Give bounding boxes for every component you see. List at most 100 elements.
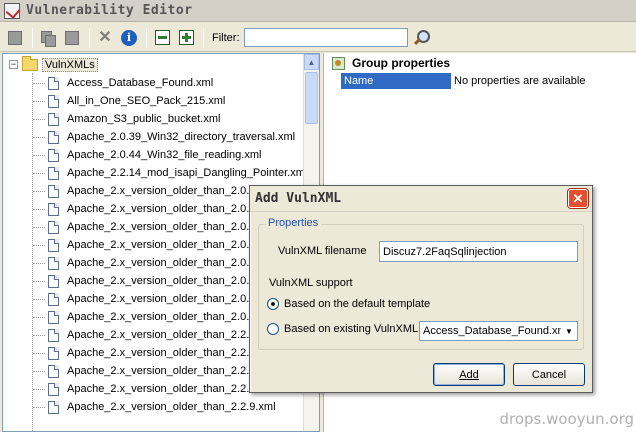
toolbar-separator [203, 27, 204, 48]
tree-item-label: Apache_2.x_version_older_than_2.2.6 [67, 365, 256, 377]
close-icon[interactable]: ✕ [568, 189, 588, 208]
default-template-label: Based on the default template [284, 298, 431, 310]
document-icon [48, 238, 59, 252]
expand-all-button[interactable] [175, 27, 197, 49]
delete-icon: ✕ [98, 28, 112, 46]
dialog-title-bar: Add VulnXML [250, 186, 592, 212]
existing-vulnxml-option[interactable]: Based on existing VulnXML [267, 323, 418, 335]
filename-field[interactable] [379, 241, 578, 262]
tree-item-label: Access_Database_Found.xml [67, 77, 214, 89]
properties-row[interactable]: Name No properties are available [341, 73, 585, 89]
copy-button[interactable] [37, 27, 59, 49]
cancel-button[interactable]: Cancel [513, 363, 585, 386]
document-icon [48, 310, 59, 324]
watermark: drops.wooyun.org [499, 410, 634, 428]
existing-vulnxml-label: Based on existing VulnXML [284, 323, 419, 335]
filename-label: VulnXML filename [278, 245, 367, 257]
collapse-icon [154, 30, 170, 45]
properties-groupbox: Properties VulnXML filename VulnXML supp… [258, 217, 584, 350]
document-icon [48, 400, 59, 414]
existing-vulnxml-value: Access_Database_Found.xml [423, 325, 561, 337]
tree-item[interactable]: All_in_One_SEO_Pack_215.xml [33, 92, 307, 110]
tree-item-label: Apache_2.x_version_older_than_2.0.4 [67, 257, 256, 269]
properties-title: Group properties [352, 56, 451, 70]
collapse-expander-icon[interactable]: − [9, 60, 18, 69]
tree-item-label: Apache_2.x_version_older_than_2.2.3 [67, 347, 256, 359]
tree-connector [33, 190, 45, 192]
tree-root[interactable]: − VulnXMLs [9, 55, 98, 73]
tree-item-label: Apache_2.0.39_Win32_directory_traversal.… [67, 131, 296, 143]
scroll-thumb[interactable] [305, 72, 318, 124]
tree-item[interactable]: Access_Database_Found.xml [33, 74, 307, 92]
tree-item-label: Amazon_S3_public_bucket.xml [67, 113, 221, 125]
tree-connector [33, 154, 45, 156]
paste-button[interactable] [61, 27, 83, 49]
filter-input[interactable] [243, 28, 408, 47]
tree-item-label: Apache_2.x_version_older_than_2.2.1 [67, 329, 256, 341]
tree-item[interactable]: Apache_2.2.14_mod_isapi_Dangling_Pointer… [33, 164, 307, 182]
radio-unselected-icon[interactable] [267, 323, 279, 335]
tree-connector [33, 100, 45, 102]
tree-item-label: Apache_2.x_version_older_than_2.0.6 [67, 293, 256, 305]
tree-item-label: Apache_2.0.44_Win32_file_reading.xml [67, 149, 262, 161]
document-icon [48, 130, 59, 144]
expand-icon [178, 30, 194, 45]
document-icon [48, 202, 59, 216]
groupbox-label: Properties [265, 217, 322, 229]
document-icon [48, 94, 59, 108]
default-template-option[interactable]: Based on the default template [267, 298, 430, 310]
folder-icon [22, 55, 38, 71]
collapse-all-button[interactable] [151, 27, 173, 49]
toolbar-separator [146, 27, 147, 48]
tree-connector [33, 208, 45, 210]
existing-vulnxml-select[interactable]: Access_Database_Found.xml ▼ [419, 321, 578, 341]
new-button[interactable] [4, 27, 26, 49]
document-icon [48, 328, 59, 342]
toolbar-separator [32, 27, 33, 48]
tree-connector [33, 262, 45, 264]
tree-root-label[interactable]: VulnXMLs [42, 57, 98, 72]
add-button-label: Add [459, 368, 479, 381]
tree-connector [33, 226, 45, 228]
delete-button[interactable]: ✕ [94, 27, 116, 49]
tree-item-label: Apache_2.x_version_older_than_2.0.4 [67, 221, 256, 233]
tree-connector [33, 244, 45, 246]
tree-connector [33, 370, 45, 372]
toolbar: ✕ i Filter: [0, 24, 636, 52]
document-icon [48, 184, 59, 198]
copy-icon [41, 30, 56, 47]
tree-connector [33, 352, 45, 354]
properties-header: Group properties [324, 53, 636, 73]
radio-selected-icon[interactable] [267, 298, 279, 310]
scroll-up-icon[interactable]: ▲ [304, 54, 319, 70]
tree-item-label: Apache_2.x_version_older_than_2.2.8.xml [67, 383, 276, 395]
tree-item-label: Apache_2.x_version_older_than_2.2.9.xml [67, 401, 276, 413]
tree-connector [33, 388, 45, 390]
info-button[interactable]: i [118, 27, 140, 49]
tree-item[interactable]: Amazon_S3_public_bucket.xml [33, 110, 307, 128]
search-icon[interactable] [412, 29, 430, 47]
filter-label: Filter: [212, 31, 240, 44]
document-icon [48, 274, 59, 288]
document-icon [48, 346, 59, 360]
chevron-down-icon[interactable]: ▼ [561, 322, 577, 340]
tree-item-label: Apache_2.x_version_older_than_2.0.4 [67, 185, 256, 197]
properties-name-cell: Name [341, 73, 451, 89]
document-icon [48, 76, 59, 90]
tree-connector [33, 334, 45, 336]
document-icon [48, 148, 59, 162]
tree-connector [33, 82, 45, 84]
tree-connector [33, 298, 45, 300]
add-button[interactable]: Add [433, 363, 505, 386]
tree-item[interactable]: Apache_2.0.44_Win32_file_reading.xml [33, 146, 307, 164]
document-icon [48, 292, 59, 306]
toolbar-separator [89, 27, 90, 48]
document-icon [48, 112, 59, 126]
info-icon: i [121, 29, 137, 46]
tree-item[interactable]: Apache_2.x_version_older_than_2.2.9.xml [33, 398, 307, 416]
document-icon [48, 166, 59, 180]
tree-connector [33, 406, 45, 408]
tree-item[interactable]: Apache_2.0.39_Win32_directory_traversal.… [33, 128, 307, 146]
tree-item-label: Apache_2.2.14_mod_isapi_Dangling_Pointer… [67, 167, 308, 179]
properties-icon [332, 56, 345, 70]
